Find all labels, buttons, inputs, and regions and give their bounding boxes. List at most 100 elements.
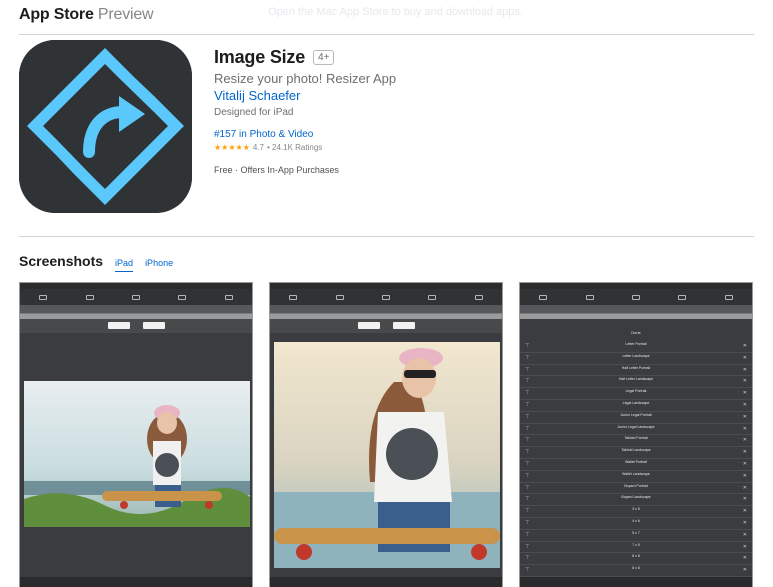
brand-suffix: Preview [97,6,154,23]
top-header: App Store Preview Open the Mac App Store… [0,0,773,34]
preset-label: 4 x 6 [632,518,640,523]
preset-list-item[interactable]: Junior Legal Landscape ⊤ ✕ [520,424,752,436]
screenshot-1[interactable] [19,282,253,587]
preset-list-item[interactable]: Boyard Portrait ⊤ ✕ [520,483,752,495]
preset-label: Boyard Landscape [621,495,651,500]
preset-label: 8 x 8 [632,554,640,559]
gear-icon [224,294,233,300]
screenshot-2[interactable] [269,282,503,587]
resized-photo-square [274,342,500,568]
sliders-icon [678,294,687,300]
delete-icon[interactable]: ✕ [743,520,747,526]
pin-icon[interactable]: ⊤ [525,508,529,514]
pin-icon[interactable]: ⊤ [525,390,529,396]
delete-icon[interactable]: ✕ [743,567,747,573]
screenshot-3[interactable]: Done Letter Portrait ⊤ ✕ Letter Landscape ⊤ ✕ H… [519,282,753,587]
done-button[interactable]: Done [520,327,752,341]
section-divider [19,236,754,237]
pin-icon[interactable]: ⊤ [525,426,529,432]
delete-icon[interactable]: ✕ [743,437,747,443]
preset-label: Half Letter Portrait [621,365,651,370]
delete-icon[interactable]: ✕ [743,355,747,361]
preset-list-item[interactable]: Legal Portrait ⊤ ✕ [520,388,752,400]
preset-list-item[interactable]: Junior Legal Portrait ⊤ ✕ [520,412,752,424]
pin-icon[interactable]: ⊤ [525,355,529,361]
preset-list-item[interactable]: 3 x 5 ⊤ ✕ [520,506,752,518]
delete-icon[interactable]: ✕ [743,449,747,455]
developer-link[interactable]: Vitalij Schaefer [214,88,300,103]
preset-list-item[interactable]: Half Letter Landscape ⊤ ✕ [520,376,752,389]
delete-icon[interactable]: ✕ [743,426,747,432]
preset-list-item[interactable]: 8 x 8 ⊤ ✕ [520,553,752,566]
preset-list-item[interactable]: Boyard Landscape ⊤ ✕ [520,494,752,507]
preset-label: Legal Landscape [622,400,650,405]
pin-icon[interactable]: ⊤ [525,414,529,420]
rating-value: 4.7 [252,143,264,152]
pin-icon[interactable]: ⊤ [525,567,529,573]
preset-label: Junior Legal Landscape [617,424,655,429]
pin-icon[interactable]: ⊤ [525,461,529,467]
pin-icon[interactable]: ⊤ [525,544,529,550]
pin-icon[interactable]: ⊤ [525,520,529,526]
preset-list-item[interactable]: Tabloid Portrait ⊤ ✕ [520,435,752,448]
delete-icon[interactable]: ✕ [743,555,747,561]
preset-list-item[interactable]: 7 x 5 ⊤ ✕ [520,542,752,554]
pin-icon[interactable]: ⊤ [525,485,529,491]
delete-icon[interactable]: ✕ [743,378,747,384]
delete-icon[interactable]: ✕ [743,508,747,514]
preset-list-item[interactable]: Half Letter Portrait ⊤ ✕ [520,365,752,377]
designed-for-label: Designed for iPad [214,107,294,118]
pin-icon[interactable]: ⊤ [525,532,529,538]
camera-icon [85,294,94,300]
camera-icon [335,294,344,300]
delete-icon[interactable]: ✕ [743,473,747,479]
preset-list-item[interactable]: 4 x 6 ⊤ ✕ [520,518,752,530]
price-label: Free · Offers In-App Purchases [214,165,339,175]
preset-label: Boyard Portrait [624,483,648,488]
preset-list-item[interactable]: 5 x 7 ⊤ ✕ [520,530,752,542]
tab-iphone[interactable]: iPhone [145,258,173,271]
tab-ipad[interactable]: iPad [115,258,134,272]
pin-icon[interactable]: ⊤ [525,378,529,384]
delete-icon[interactable]: ✕ [743,343,747,349]
pin-icon[interactable]: ⊤ [525,496,529,502]
delete-icon[interactable]: ✕ [743,390,747,396]
preset-list-item[interactable]: Tabloid Landscape ⊤ ✕ [520,447,752,459]
preset-label: 8 x 8 [632,566,640,571]
pin-icon[interactable]: ⊤ [525,343,529,349]
category-rank-link[interactable]: #157 in Photo & Video [214,129,313,140]
image-size-app-icon [19,40,192,213]
unit-segment-bar [520,313,752,319]
delete-icon[interactable]: ✕ [743,485,747,491]
preset-list-item[interactable]: Wallet Landscape ⊤ ✕ [520,471,752,483]
rating-count: • 24.1K Ratings [266,143,323,152]
screenshot-toolbar [520,289,752,305]
preset-list-item[interactable]: Letter Landscape ⊤ ✕ [520,353,752,365]
delete-icon[interactable]: ✕ [743,414,747,420]
delete-icon[interactable]: ✕ [743,402,747,408]
delete-icon[interactable]: ✕ [743,544,747,550]
pin-icon[interactable]: ⊤ [525,449,529,455]
preset-label: Tabloid Landscape [621,448,651,453]
delete-icon[interactable]: ✕ [743,367,747,373]
pin-icon[interactable]: ⊤ [525,473,529,479]
preset-list-item[interactable]: Letter Portrait ⊤ ✕ [520,341,752,353]
preset-label: Done [631,330,641,335]
preset-list-item[interactable]: Legal Landscape ⊤ ✕ [520,400,752,412]
preset-label: Letter Landscape [622,353,650,358]
preset-label: 5 x 7 [632,530,640,535]
delete-icon[interactable]: ✕ [743,532,747,538]
preset-list-item[interactable]: 8 x 8 ⊤ ✕ [520,565,752,577]
app-meta: Image Size 4+ Resize your photo! Resizer… [214,47,396,175]
star-rating-icon: ★★★★★ [214,143,250,152]
app-store-brand[interactable]: App Store Preview [19,6,154,24]
pin-icon[interactable]: ⊤ [525,555,529,561]
preset-size-list: Done Letter Portrait ⊤ ✕ Letter Landscape ⊤ ✕ H… [520,327,752,587]
delete-icon[interactable]: ✕ [743,496,747,502]
pin-icon[interactable]: ⊤ [525,437,529,443]
screenshot-toolbar [20,289,252,305]
preset-list-item[interactable]: Wallet Portrait ⊤ ✕ [520,459,752,471]
pin-icon[interactable]: ⊤ [525,402,529,408]
delete-icon[interactable]: ✕ [743,461,747,467]
pin-icon[interactable]: ⊤ [525,367,529,373]
